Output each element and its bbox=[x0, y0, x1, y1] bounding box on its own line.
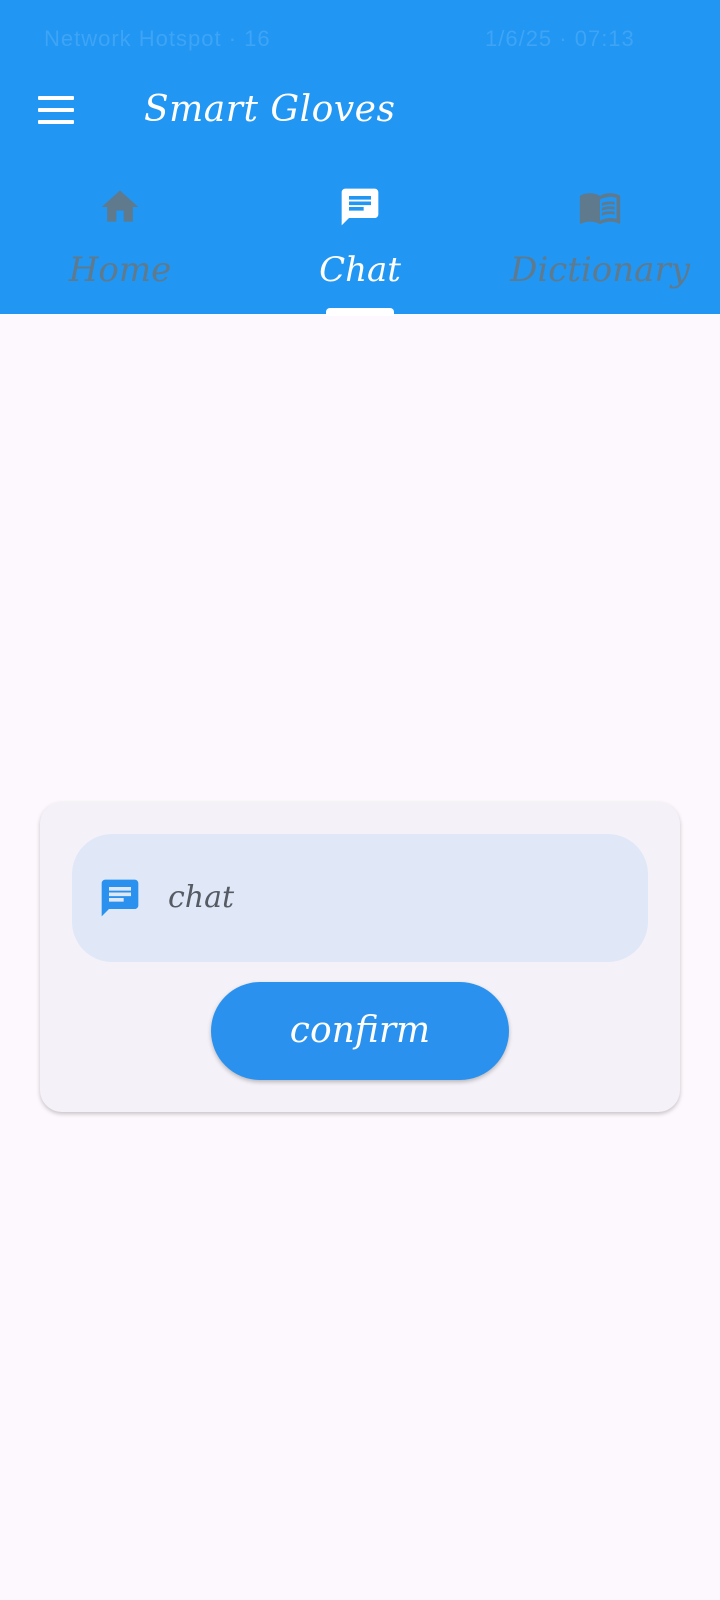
tab-chat-label: Chat bbox=[319, 250, 401, 290]
app-bar: Network Hotspot · 16 1/6/25 · 07:13 Smar… bbox=[0, 0, 720, 316]
status-bar: Network Hotspot · 16 1/6/25 · 07:13 bbox=[0, 0, 720, 80]
book-icon bbox=[579, 193, 621, 225]
confirm-button-label: confirm bbox=[289, 1010, 431, 1051]
hamburger-menu-icon[interactable] bbox=[36, 96, 76, 128]
active-tab-indicator bbox=[326, 308, 394, 316]
confirm-button[interactable]: confirm bbox=[211, 982, 509, 1080]
chat-input[interactable]: chat bbox=[72, 834, 648, 962]
chat-card: chat confirm bbox=[40, 802, 680, 1112]
tab-dictionary-label: Dictionary bbox=[510, 250, 690, 290]
chat-input-placeholder: chat bbox=[168, 880, 235, 915]
home-icon bbox=[101, 190, 139, 222]
chat-icon bbox=[341, 188, 379, 226]
tab-home[interactable]: Home bbox=[0, 175, 240, 314]
status-left-text: Network Hotspot · 16 bbox=[44, 26, 271, 51]
tab-chat[interactable]: Chat bbox=[240, 175, 480, 314]
app-title: Smart Gloves bbox=[144, 89, 396, 130]
chat-icon bbox=[101, 879, 139, 917]
tab-home-label: Home bbox=[68, 250, 172, 290]
status-right-text: 1/6/25 · 07:13 bbox=[485, 26, 635, 51]
tab-dictionary[interactable]: Dictionary bbox=[480, 175, 720, 314]
